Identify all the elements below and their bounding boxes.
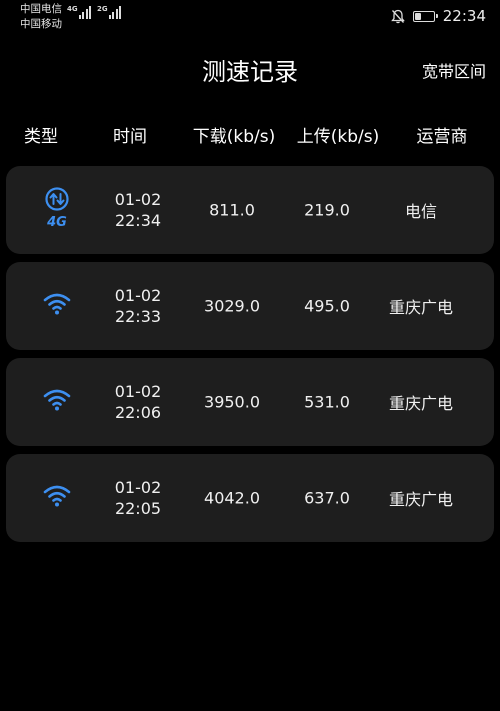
status-bar: 中国电信 中国移动 4G 2G 22:34 [0,0,500,36]
record-carrier: 重庆广电 [388,490,454,509]
speed-record-list: 4G 01-02 22:34 811.0 219.0 电信 01-02 22:3… [6,166,494,550]
record-date: 01-02 [114,478,162,497]
signal-icon: 4G [67,5,92,19]
column-header-type: 类型 [24,127,58,147]
record-clock: 22:33 [114,307,162,326]
record-clock: 22:34 [114,211,162,230]
record-time: 01-02 22:05 [115,477,162,519]
battery-icon [412,10,438,22]
record-time: 01-02 22:33 [115,285,162,327]
record-upload: 531.0 [304,392,350,412]
record-row[interactable]: 01-02 22:05 4042.0 637.0 重庆广电 [6,454,494,542]
carrier-1: 中国电信 [20,3,62,15]
record-date: 01-02 [114,190,162,209]
record-upload: 495.0 [304,296,350,316]
record-clock: 22:05 [114,499,162,518]
record-row[interactable]: 01-02 22:33 3029.0 495.0 重庆广电 [6,262,494,350]
network-type-1: 4G [67,5,78,13]
record-date: 01-02 [114,382,162,401]
record-time: 01-02 22:06 [115,381,162,423]
record-time: 01-02 22:34 [115,189,162,231]
record-row[interactable]: 4G 01-02 22:34 811.0 219.0 电信 [6,166,494,254]
column-headers: 类型 时间 下载(kb/s) 上传(kb/s) 运营商 [0,122,500,147]
column-header-upload: 上传(kb/s) [296,127,380,147]
carrier-names: 中国电信 中国移动 [20,2,62,32]
4g-icon: 4G [42,187,72,233]
record-download: 811.0 [209,200,255,220]
record-upload: 219.0 [304,200,350,220]
status-time: 22:34 [442,7,486,25]
record-clock: 22:06 [114,403,162,422]
wifi-icon [42,483,72,513]
carrier-2: 中国移动 [20,18,62,30]
mute-notification-icon [390,9,405,24]
column-header-download: 下载(kb/s) [192,127,276,147]
network-type-2: 2G [97,5,108,13]
record-carrier: 重庆广电 [388,298,454,317]
record-download: 4042.0 [204,488,260,508]
record-download: 3029.0 [204,296,260,316]
record-upload: 637.0 [304,488,350,508]
record-row[interactable]: 01-02 22:06 3950.0 531.0 重庆广电 [6,358,494,446]
record-date: 01-02 [114,286,162,305]
record-carrier: 电信 [404,202,438,221]
wifi-icon [42,291,72,321]
bandwidth-range-button[interactable]: 宽带区间 [422,58,486,82]
signal-icon: 2G [97,5,122,19]
wifi-icon [42,387,72,417]
battery-level [414,12,421,20]
column-header-time: 时间 [113,127,147,147]
record-carrier: 重庆广电 [388,394,454,413]
column-header-carrier: 运营商 [416,127,468,147]
record-download: 3950.0 [204,392,260,412]
svg-text:4G: 4G [46,215,67,229]
